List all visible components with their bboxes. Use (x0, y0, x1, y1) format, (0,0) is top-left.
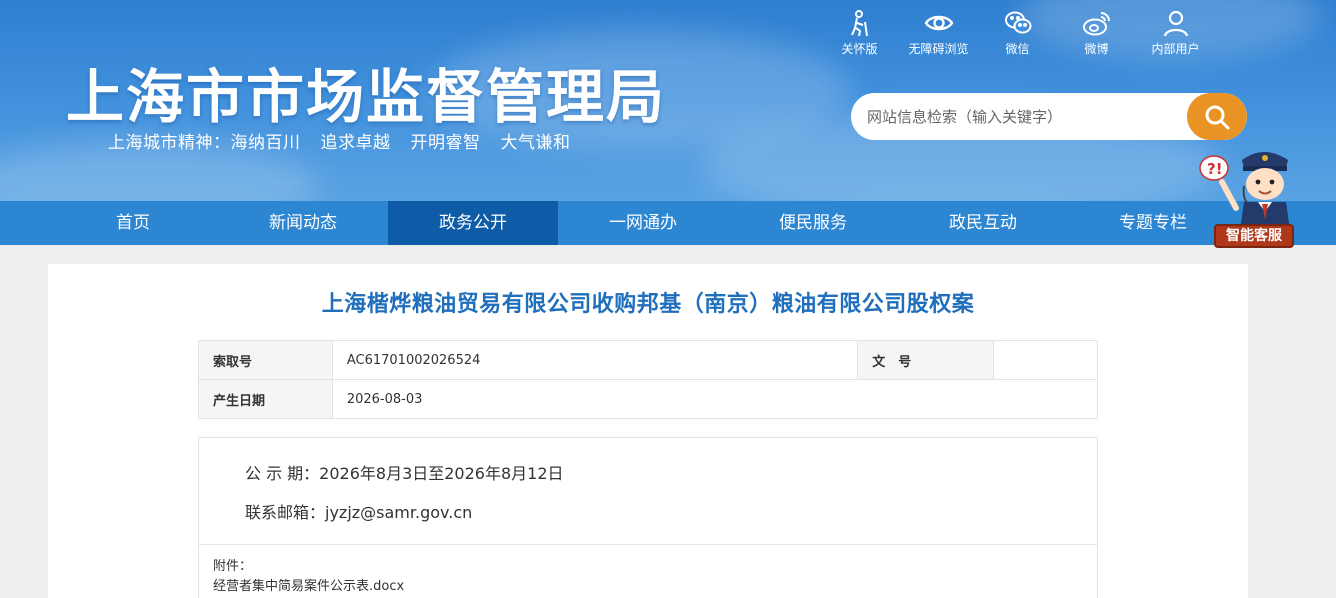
city-slogan: 上海城市精神：海纳百川 追求卓越 开明睿智 大气谦和 (108, 128, 591, 153)
index-no-label: 索取号 (198, 340, 333, 380)
tool-elderly-care[interactable]: 关怀版 (820, 8, 899, 57)
attachment-label: 附件： (213, 559, 253, 574)
eye-icon (924, 15, 953, 31)
date-value: 2026-08-03 (331, 379, 1099, 419)
slogan-part: 追求卓越 (320, 133, 391, 153)
customer-service-mascot-icon: ?! (1199, 152, 1290, 230)
index-no-value: AC61701002026524 (331, 340, 859, 380)
article-title: 上海楷烨粮油贸易有限公司收购邦基（南京）粮油有限公司股权案 (321, 292, 975, 317)
main-nav: 首页 新闻动态 政务公开 一网通办 便民服务 政民互动 专题专栏 (0, 201, 1336, 245)
site-title[interactable]: 上海市市场监督管理局 (66, 50, 666, 134)
slogan-part: 大气谦和 (500, 133, 571, 153)
table-row: 索取号 AC61701002026524 文 号 (198, 340, 1098, 380)
slogan-part: 开明睿智 (410, 133, 481, 153)
doc-no-value (993, 340, 1098, 380)
tool-label: 无障碍浏览 (908, 42, 969, 56)
smart-customer-service[interactable]: ?! 智能客服 (1196, 146, 1300, 252)
customer-service-label: 智能客服 (1214, 224, 1294, 248)
tool-label: 微信 (1005, 42, 1030, 56)
nav-item-news[interactable]: 新闻动态 (218, 201, 388, 245)
table-row: 产生日期 2026-08-03 (198, 379, 1099, 419)
tool-label: 内部用户 (1151, 42, 1200, 56)
date-label: 产生日期 (198, 379, 333, 419)
nav-item-home[interactable]: 首页 (48, 201, 218, 245)
weibo-icon (1082, 12, 1110, 36)
doc-no-label: 文 号 (857, 340, 995, 380)
wechat-icon (1004, 11, 1031, 34)
attachment-link[interactable]: 经营者集中简易案件公示表.docx (213, 575, 404, 594)
nav-item-government-affairs[interactable]: 政务公开 (388, 201, 558, 245)
site-search (851, 93, 1247, 140)
elderly-care-icon (850, 10, 868, 37)
article-meta-table: 索取号 AC61701002026524 文 号 产生日期 2026-08-03 (198, 340, 1099, 419)
nav-item-interaction[interactable]: 政民互动 (898, 201, 1068, 245)
article-panel: 上海楷烨粮油贸易有限公司收购邦基（南京）粮油有限公司股权案 索取号 AC6170… (48, 264, 1248, 598)
tool-accessibility[interactable]: 无障碍浏览 (899, 8, 978, 57)
tool-wechat[interactable]: 微信 (978, 8, 1057, 57)
search-button[interactable] (1187, 93, 1247, 140)
tool-label: 微博 (1084, 42, 1109, 56)
contact-email[interactable]: 联系邮箱：jyzjz@samr.gov.cn (245, 499, 472, 523)
site-header: 上海市市场监督管理局 上海城市精神：海纳百川 追求卓越 开明睿智 大气谦和 关怀版 无… (0, 0, 1336, 201)
tool-label: 关怀版 (841, 42, 878, 56)
publicity-period: 公 示 期：2026年8月3日至2026年8月12日 (245, 464, 564, 483)
user-icon (1163, 10, 1188, 37)
tool-weibo[interactable]: 微博 (1057, 8, 1136, 57)
nav-item-one-stop-service[interactable]: 一网通办 (558, 201, 728, 245)
search-input[interactable] (851, 93, 1189, 140)
svg-text:?!: ?! (1207, 160, 1223, 178)
tool-internal-user[interactable]: 内部用户 (1136, 8, 1215, 57)
attachments-section: 附件： 经营者集中简易案件公示表.docx (198, 544, 1098, 598)
article-body: 公 示 期：2026年8月3日至2026年8月12日 联系邮箱：jyzjz@sa… (198, 437, 1098, 545)
slogan-part: 上海城市精神：海纳百川 (108, 133, 301, 153)
nav-item-public-services[interactable]: 便民服务 (728, 201, 898, 245)
top-toolbar: 关怀版 无障碍浏览 微信 微博 内部用户 (820, 8, 1215, 57)
search-icon (1205, 105, 1230, 129)
